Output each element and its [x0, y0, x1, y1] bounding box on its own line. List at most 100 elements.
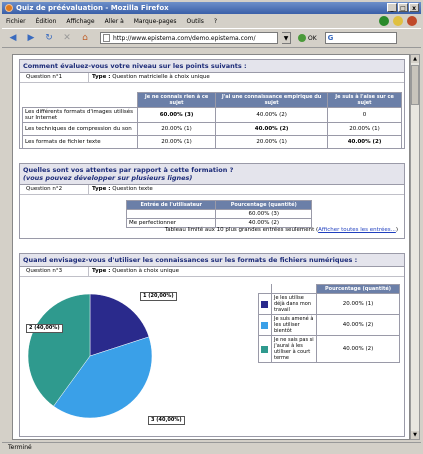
search-input[interactable]: G [324, 32, 397, 44]
go-button[interactable]: OK [298, 34, 317, 42]
question-3-type: Type : Question à choix unique [89, 267, 179, 276]
column-header: Je ne connais rien à ce sujet [136, 92, 217, 108]
reload-icon[interactable]: ↻ [42, 31, 56, 45]
question-3-panel: Quand envisagez-vous d'utiliser les conn… [19, 253, 405, 437]
status-text: Terminé [8, 444, 32, 451]
window-titlebar: Quiz de préévaluation - Mozilla Firefox … [2, 2, 421, 14]
column-header: J'ai une connaissance empirique du sujet [215, 92, 329, 108]
cell-value: 20.00% (1) [215, 135, 329, 149]
column-header: Entrée de l'utilisateur [125, 200, 217, 210]
limit-note-close: ) [395, 227, 398, 233]
scroll-thumb[interactable] [411, 65, 419, 105]
show-all-entries-link[interactable]: Afficher toutes les entrées... [318, 227, 396, 233]
cell-value: 20.00% (1) [316, 293, 400, 315]
column-header: Pourcentage (quantité) [316, 284, 400, 294]
table-row: 60.00% (3) [125, 209, 312, 219]
window-controls: _ □ x [387, 3, 419, 12]
vertical-scrollbar[interactable]: ▲ ▼ [410, 54, 420, 440]
menu-aller[interactable]: Aller à [105, 18, 124, 25]
url-dropdown-icon[interactable]: ▼ [282, 32, 291, 44]
question-2-title: Quelles sont vos attentes par rapport à … [23, 166, 234, 174]
menu-bar: Fichier Édition Affichage Aller à Marque… [2, 15, 421, 27]
cell-value: 40.00% (2) [316, 335, 400, 363]
cell-value: 60.00% (3) [215, 209, 312, 219]
corner-cell [271, 284, 317, 294]
row-label: Les formats de fichier texte [22, 135, 138, 149]
entry-cell [125, 209, 217, 219]
forward-icon[interactable]: ▶ [24, 31, 38, 45]
question-2-heading: Quelles sont vos attentes par rapport à … [20, 164, 404, 185]
menu-marque-pages[interactable]: Marque-pages [134, 18, 177, 25]
table-row: Je ne sais pas si j'aurai à les utiliser… [258, 335, 400, 363]
menu-fichier[interactable]: Fichier [6, 18, 26, 25]
column-header: Pourcentage (quantité) [215, 200, 312, 210]
go-icon [298, 34, 306, 42]
row-label: Les techniques de compression du son [22, 122, 138, 136]
firefox-icon [5, 4, 13, 12]
legend-swatch [261, 321, 268, 329]
question-3-number: Question n°3 [20, 267, 89, 276]
menu-help[interactable]: ? [214, 18, 217, 25]
question-1-number: Question n°1 [20, 73, 89, 82]
go-label: OK [308, 34, 317, 42]
question-2-number: Question n°2 [20, 185, 89, 194]
url-bar[interactable] [100, 32, 278, 44]
type-value: Question à choix unique [112, 268, 179, 274]
question-2-meta: Question n°2 Type : Question texte [20, 185, 404, 195]
toolbar-extra-icons [379, 16, 417, 26]
maximize-button[interactable]: □ [398, 3, 408, 12]
status-icon [379, 16, 389, 26]
question-2-subtitle: (vous pouvez développer sur plusieurs li… [23, 174, 193, 182]
question-1-panel: Comment évaluez-vous votre niveau sur le… [19, 59, 405, 149]
pie-chart-svg [27, 293, 153, 419]
lock-icon [393, 16, 403, 26]
limit-note: Tableau limité aux 10 plus grandes entré… [165, 227, 398, 233]
extension-icon [407, 16, 417, 26]
scroll-up-icon[interactable]: ▲ [411, 55, 419, 63]
table-row: Les formats de fichier texte 20.00% (1) … [22, 135, 402, 149]
menu-affichage[interactable]: Affichage [66, 18, 94, 25]
cell-value: 40.00% (2) [215, 107, 329, 123]
pie-slice-label: 2 (40,00%) [26, 324, 63, 333]
table-header: Je ne connais rien à ce sujet J'ai une c… [22, 92, 402, 108]
row-label: Je les utilise déjà dans mon travail [271, 293, 317, 315]
nav-toolbar: ◀ ▶ ↻ ✕ ⌂ ▼ OK G [2, 28, 421, 48]
table-header: Entrée de l'utilisateur Pourcentage (qua… [125, 200, 312, 210]
row-label: Les différents formats d'images utilisés… [22, 107, 138, 123]
question-2-panel: Quelles sont vos attentes par rapport à … [19, 163, 405, 239]
cell-value: 20.00% (1) [136, 135, 217, 149]
corner-cell [22, 92, 138, 108]
pie-slice-label: 3 (40,00%) [148, 416, 185, 425]
legend-swatch [261, 300, 268, 308]
stop-icon[interactable]: ✕ [60, 31, 74, 45]
page-content: Comment évaluez-vous votre niveau sur le… [12, 54, 410, 440]
corner-cell [258, 284, 272, 294]
type-label: Type : [92, 186, 111, 192]
menu-edition[interactable]: Édition [36, 18, 57, 25]
pie-chart: 1 (20,00%) 2 (40,00%) 3 (40,00%) [20, 276, 250, 436]
type-value: Question matricielle à choix unique [112, 74, 210, 80]
type-label: Type : [92, 268, 111, 274]
column-header: Je suis à l'aise sur ce sujet [327, 92, 402, 108]
cell-value: 20.00% (1) [136, 122, 217, 136]
cell-value: 60.00% (3) [136, 107, 217, 123]
scroll-down-icon[interactable]: ▼ [411, 431, 419, 439]
question-1-meta: Question n°1 Type : Question matricielle… [20, 73, 404, 83]
table-row: Je suis amené à les utiliser bientôt 40.… [258, 314, 400, 336]
cell-value: 0 [327, 107, 402, 123]
home-icon[interactable]: ⌂ [78, 31, 92, 45]
page-icon [103, 34, 110, 42]
question-2-table: Entrée de l'utilisateur Pourcentage (qua… [125, 200, 312, 228]
back-icon[interactable]: ◀ [6, 31, 20, 45]
table-header: Pourcentage (quantité) [258, 284, 400, 294]
menu-outils[interactable]: Outils [187, 18, 204, 25]
question-2-type: Type : Question texte [89, 185, 153, 194]
cell-value: 40.00% (2) [327, 135, 402, 149]
table-row: Les différents formats d'images utilisés… [22, 107, 402, 123]
cell-value: 20.00% (1) [327, 122, 402, 136]
pie-slice-label: 1 (20,00%) [140, 292, 177, 301]
url-input[interactable] [113, 34, 277, 42]
table-row: Je les utilise déjà dans mon travail 20.… [258, 293, 400, 315]
close-button[interactable]: x [409, 3, 419, 12]
minimize-button[interactable]: _ [387, 3, 397, 12]
